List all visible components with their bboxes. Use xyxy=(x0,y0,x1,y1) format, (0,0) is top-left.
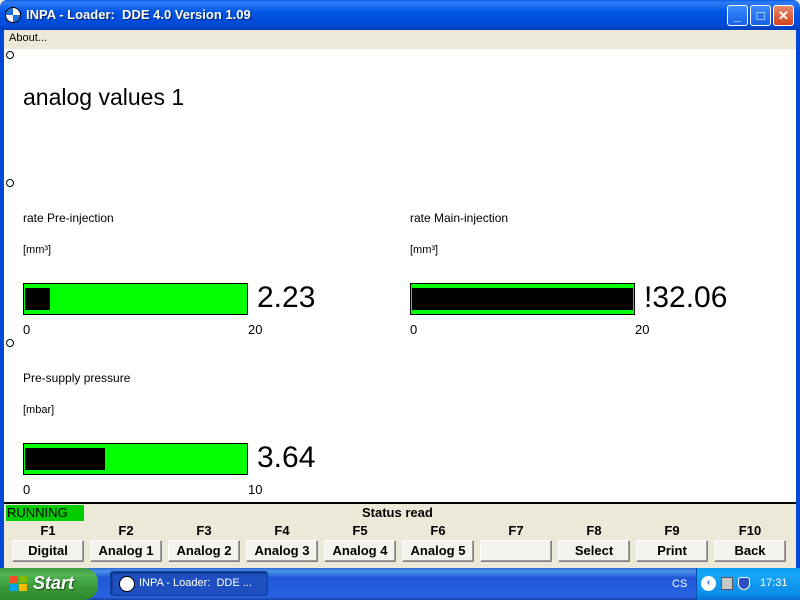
gauge-bar-fill xyxy=(25,448,105,470)
gauge-label: Pre-supply pressure xyxy=(23,371,131,385)
minimize-icon: _ xyxy=(733,8,742,23)
gauge-label: rate Main-injection xyxy=(410,211,509,225)
fkey-button-f7[interactable] xyxy=(480,540,552,562)
gauge-min: 0 xyxy=(410,322,418,337)
chevron-left-icon[interactable]: ‹ xyxy=(701,576,716,591)
menu-bar: About... xyxy=(4,30,796,49)
gauge-bar xyxy=(23,443,248,475)
windows-logo-icon xyxy=(10,576,28,592)
gauge-bar-fill xyxy=(25,288,50,310)
fkey-button-analog-4[interactable]: Analog 4 xyxy=(324,540,396,562)
fkey-button-analog-3[interactable]: Analog 3 xyxy=(246,540,318,562)
divider xyxy=(4,502,796,504)
gauge-unit: [mbar] xyxy=(23,404,55,416)
close-icon: ✕ xyxy=(778,8,789,23)
fkey-button-digital[interactable]: Digital xyxy=(12,540,84,562)
fkey-button-print[interactable]: Print xyxy=(636,540,708,562)
fkey-label: F7 xyxy=(508,523,524,538)
fkey-button-select[interactable]: Select xyxy=(558,540,630,562)
fkey-group-f9: F9 Print xyxy=(636,523,708,562)
fkey-button-analog-2[interactable]: Analog 2 xyxy=(168,540,240,562)
menu-about[interactable]: About... xyxy=(9,32,47,44)
gauge-max: 20 xyxy=(248,322,263,337)
fkey-label: F4 xyxy=(274,523,290,538)
minimize-button[interactable]: _ xyxy=(727,5,748,26)
shield-icon[interactable] xyxy=(738,577,750,590)
taskbar-item-label: INPA - Loader: DDE ... xyxy=(139,577,252,589)
marker-circle-icon xyxy=(6,51,14,59)
fkey-button-analog-5[interactable]: Analog 5 xyxy=(402,540,474,562)
fkey-label: F10 xyxy=(738,523,762,538)
maximize-icon: □ xyxy=(756,8,765,23)
fkey-group-f1: F1 Digital xyxy=(12,523,84,562)
client-area: analog values 1 rate Pre-injection [mm³]… xyxy=(4,49,796,502)
fkey-label: F2 xyxy=(118,523,134,538)
function-key-panel: RUNNING Status read F1 Digital F2 Analog… xyxy=(4,502,796,568)
window-title: INPA - Loader: DDE 4.0 Version 1.09 xyxy=(26,7,251,22)
fkey-group-f10: F10 Back xyxy=(714,523,786,562)
fkey-group-f2: F2 Analog 1 xyxy=(90,523,162,562)
gauge-min: 0 xyxy=(23,482,31,497)
gauge-value: !32.06 xyxy=(644,281,728,314)
bmw-icon[interactable] xyxy=(5,7,21,23)
marker-circle-icon xyxy=(6,339,14,347)
fkey-label: F6 xyxy=(430,523,446,538)
taskbar-item-inpa[interactable]: INPA - Loader: DDE ... xyxy=(110,571,268,596)
language-indicator[interactable]: CS xyxy=(672,578,687,590)
fkey-button-back[interactable]: Back xyxy=(714,540,786,562)
bmw-icon xyxy=(119,576,135,592)
gauge-max: 10 xyxy=(248,482,263,497)
gauge-value: 2.23 xyxy=(257,281,316,314)
fkey-group-f4: F4 Analog 3 xyxy=(246,523,318,562)
fkey-label: F8 xyxy=(586,523,602,538)
fkey-label: F9 xyxy=(664,523,680,538)
fkey-group-f6: F6 Analog 5 xyxy=(402,523,474,562)
status-message: Status read xyxy=(362,505,433,520)
gauge-bar-fill xyxy=(412,288,633,310)
fkey-group-f7: F7 xyxy=(480,523,552,562)
fkey-group-f8: F8 Select xyxy=(558,523,630,562)
gauge-bar xyxy=(410,283,635,315)
fkey-group-f3: F3 Analog 2 xyxy=(168,523,240,562)
gauge-label: rate Pre-injection xyxy=(23,211,114,225)
gauge-value: 3.64 xyxy=(257,441,316,474)
fkey-label: F1 xyxy=(40,523,56,538)
clock[interactable]: 17:31 xyxy=(760,577,788,589)
title-bar[interactable]: INPA - Loader: DDE 4.0 Version 1.09 _ □ … xyxy=(0,0,800,30)
maximize-button[interactable]: □ xyxy=(750,5,771,26)
network-icon[interactable] xyxy=(721,577,733,590)
gauge-unit: [mm³] xyxy=(410,244,439,256)
start-button[interactable]: Start xyxy=(0,568,98,600)
close-button[interactable]: ✕ xyxy=(773,5,794,26)
gauge-max: 20 xyxy=(635,322,650,337)
status-badge: RUNNING xyxy=(6,505,84,521)
marker-circle-icon xyxy=(6,179,14,187)
fkey-label: F3 xyxy=(196,523,212,538)
gauge-bar xyxy=(23,283,248,315)
system-tray: ‹ 17:31 xyxy=(696,568,800,600)
fkey-button-analog-1[interactable]: Analog 1 xyxy=(90,540,162,562)
gauge-min: 0 xyxy=(23,322,31,337)
window-border-right xyxy=(796,30,800,568)
start-label: Start xyxy=(33,573,75,593)
page-heading: analog values 1 xyxy=(23,84,185,110)
taskbar: Start INPA - Loader: DDE ... CS ‹ 17:31 xyxy=(0,568,800,600)
fkey-group-f5: F5 Analog 4 xyxy=(324,523,396,562)
gauge-unit: [mm³] xyxy=(23,244,52,256)
fkey-label: F5 xyxy=(352,523,368,538)
